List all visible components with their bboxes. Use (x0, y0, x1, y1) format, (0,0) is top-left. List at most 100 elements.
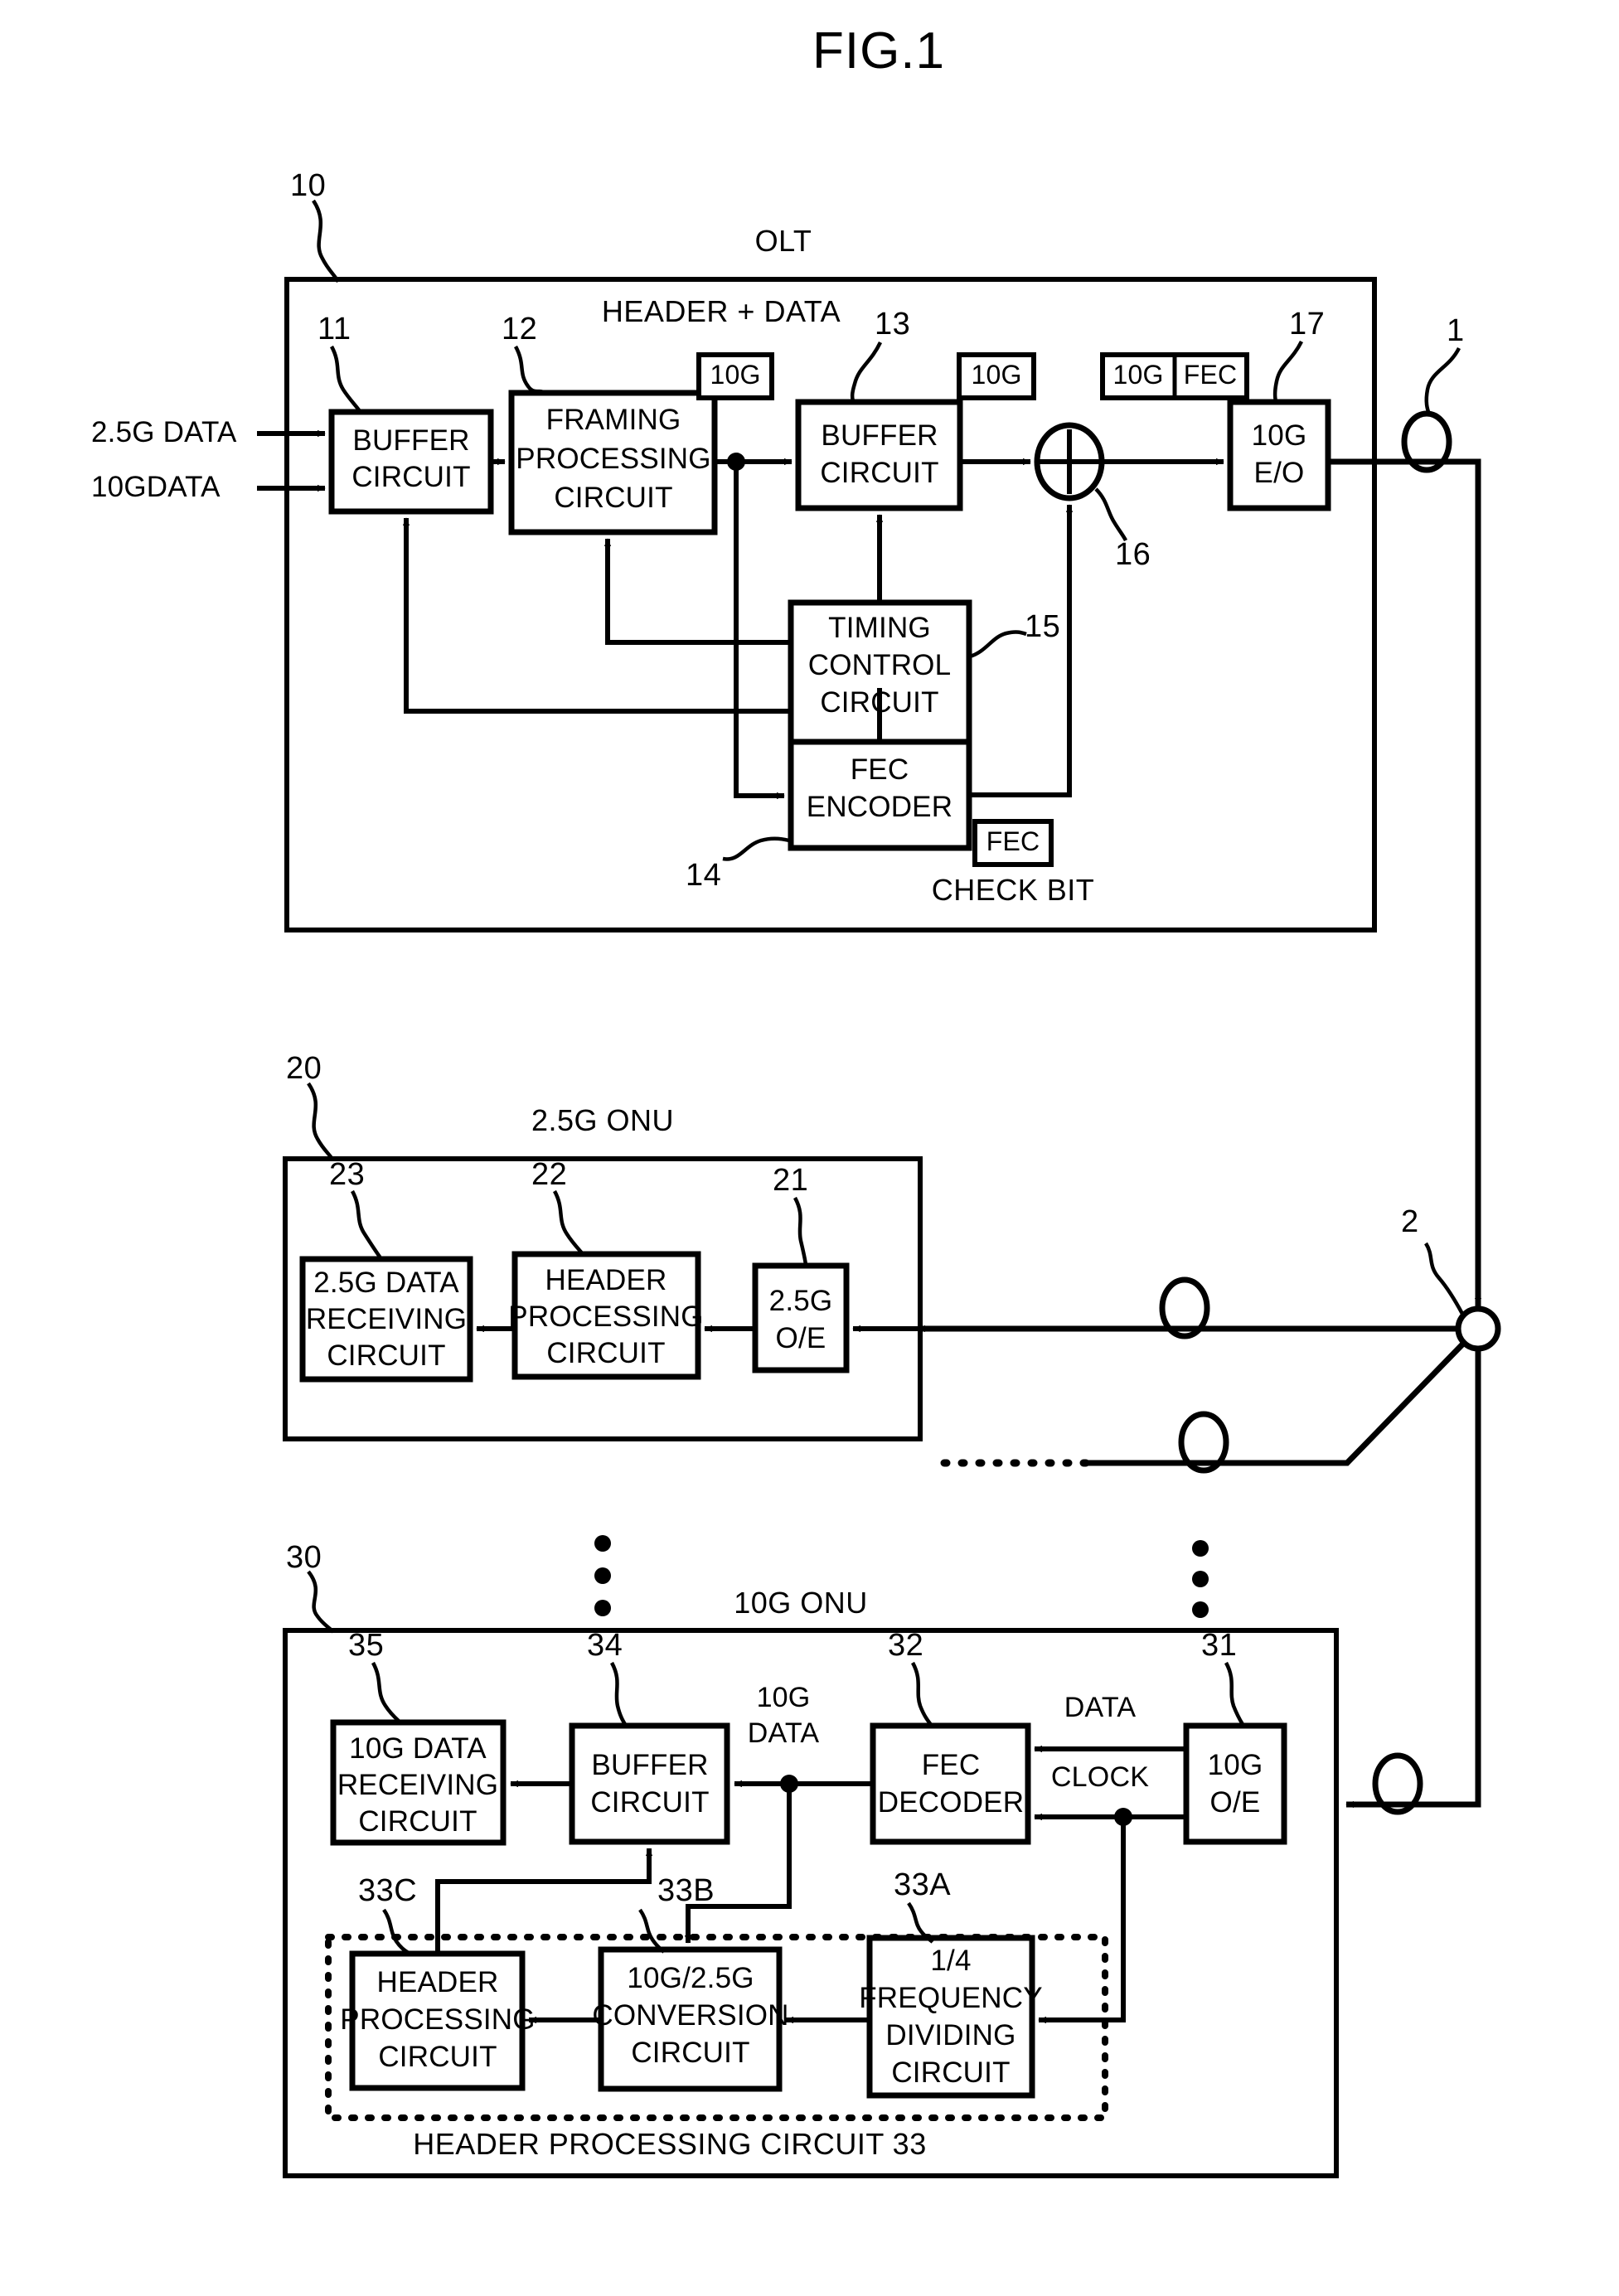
onu10g-block-31 (1183, 1722, 1287, 1845)
onu25g-block-23-line-2: RECEIVING (305, 1303, 468, 1335)
vertical-ellipsis-dot (594, 1567, 611, 1584)
wire-label-10g: 10G (756, 1682, 811, 1713)
leader-2 (1424, 1242, 1464, 1315)
onu10g-block-33B-line-2: CONVERSION (592, 1999, 789, 2032)
leader-20 (307, 1082, 335, 1162)
ref-label-31: 31 (1201, 1628, 1238, 1663)
olt-block-13-line-1: BUFFER (821, 419, 938, 452)
onu25g-block-21-line-1: 2.5G (768, 1285, 833, 1317)
onu25g-block-21 (752, 1262, 850, 1373)
input-label-10g-data: 10GDATA (91, 471, 221, 503)
onu25g-title: 2.5G ONU (531, 1103, 675, 1137)
fiber-branch-middle (1086, 1340, 1466, 1466)
leader-31 (1224, 1661, 1245, 1727)
leader-34 (609, 1661, 628, 1727)
onu10g-block-33C-line-1: HEADER (376, 1966, 499, 1998)
onu10g-block-33A-line-2: FREQUENCY (859, 1982, 1043, 2014)
onu10g-block-32 (870, 1722, 1031, 1845)
ref-label-15: 15 (1025, 609, 1061, 644)
onu10g-block-33A-line-3: DIVIDING (885, 2019, 1016, 2051)
olt-block-17 (1227, 399, 1331, 511)
frame-tag-10g-c: 10G (1112, 360, 1164, 390)
wire-15-11 (402, 517, 791, 714)
onu25g-block-22-line-1: HEADER (545, 1264, 667, 1296)
check-bit-label: CHECK BIT (931, 873, 1095, 907)
onu25g-block-23-line-1: 2.5G DATA (313, 1267, 459, 1299)
frame-tag-10g-a: 10G (710, 360, 761, 390)
ref-label-12: 12 (502, 312, 538, 346)
vertical-ellipsis-dot (1192, 1601, 1209, 1618)
onu10g-block-33C-line-3: CIRCUIT (378, 2041, 497, 2073)
onu25g-block-21-line-2: O/E (775, 1322, 826, 1354)
vertical-ellipsis-dot (1192, 1540, 1209, 1557)
leader-1 (1424, 346, 1461, 415)
frame-tag-fec-d: FEC (986, 826, 1040, 856)
olt-block-11-line-2: CIRCUIT (351, 461, 471, 493)
ref-label-34: 34 (587, 1628, 623, 1663)
ref-label-30: 30 (286, 1540, 322, 1575)
onu10g-block-33A-line-1: 1/4 (930, 1945, 972, 1977)
olt-block-15-line-2: CONTROL (807, 649, 952, 681)
onu10g-block-35-line-3: CIRCUIT (358, 1805, 477, 1838)
leader-15 (969, 630, 1027, 659)
olt-block-12-line-3: CIRCUIT (554, 482, 673, 514)
wire-label-data-right: DATA (1064, 1692, 1137, 1723)
wire-label-data-left: DATA (747, 1717, 820, 1749)
ref-label-20: 20 (286, 1051, 322, 1086)
figure-title: FIG.1 (812, 22, 946, 80)
ref-label-32: 32 (888, 1628, 924, 1663)
olt-block-17-line-2: E/O (1253, 457, 1305, 489)
olt-block-14-line-2: ENCODER (806, 791, 953, 823)
onu10g-block-32-line-2: DECODER (877, 1786, 1025, 1819)
olt-block-15-line-3: CIRCUIT (820, 686, 939, 719)
ref-label-14: 14 (686, 858, 722, 893)
wire-15-12 (603, 538, 791, 645)
leader-13 (850, 341, 883, 402)
leader-32 (910, 1661, 933, 1727)
ref-label-2: 2 (1401, 1204, 1419, 1239)
ref-label-35: 35 (348, 1628, 385, 1663)
onu10g-block-34-line-2: CIRCUIT (590, 1786, 710, 1819)
onu10g-block-32-line-1: FEC (921, 1749, 981, 1781)
patent-figure-page: FIG.1 10 OLT HEADER + DATA 11 12 13 14 1… (0, 0, 1619, 2296)
ref-label-13: 13 (875, 307, 911, 341)
ref-label-16: 16 (1115, 537, 1151, 572)
leader-10 (312, 199, 341, 283)
leader-33B (638, 1908, 666, 1954)
ref-label-1: 1 (1447, 313, 1465, 348)
ref-label-21: 21 (773, 1163, 809, 1198)
olt-block-13-line-2: CIRCUIT (820, 457, 939, 489)
leader-35 (371, 1661, 404, 1726)
onu10g-block-34-line-1: BUFFER (591, 1749, 709, 1781)
onu10g-block-31-line-1: 10G (1207, 1749, 1263, 1781)
leader-33C (382, 1908, 411, 1955)
leader-14 (722, 836, 790, 861)
leader-30 (307, 1570, 335, 1634)
olt-block-12-line-2: PROCESSING (516, 443, 711, 475)
onu10g-block-34 (569, 1722, 730, 1845)
ref-label-11: 11 (317, 312, 351, 346)
frame-tag-10g-b: 10G (971, 360, 1022, 390)
diagram-vector-layer (257, 199, 1501, 2178)
olt-block-11-line-1: BUFFER (352, 424, 470, 457)
input-label-25g-data: 2.5G DATA (91, 416, 237, 448)
fiber-branch-10g (1345, 1349, 1481, 1809)
onu10g-block-35-line-2: RECEIVING (337, 1769, 499, 1801)
olt-block-17-line-1: 10G (1251, 419, 1307, 452)
onu10g-title: 10G ONU (734, 1586, 868, 1620)
header-processing-group-caption: HEADER PROCESSING CIRCUIT 33 (413, 2127, 927, 2161)
onu10g-block-33A-line-4: CIRCUIT (891, 2056, 1011, 2089)
olt-flow-label: HEADER + DATA (601, 294, 841, 328)
ref-label-33A: 33A (894, 1867, 952, 1902)
leader-16 (1094, 487, 1128, 542)
olt-block-14-line-1: FEC (850, 753, 909, 786)
wire-junction-to-fec (734, 462, 785, 800)
leader-17 (1272, 340, 1304, 402)
vertical-ellipsis-dot (1192, 1571, 1209, 1587)
olt-block-13 (795, 399, 963, 511)
leader-21 (793, 1196, 808, 1266)
onu10g-block-35-line-1: 10G DATA (349, 1732, 487, 1765)
wire-label-clock: CLOCK (1050, 1761, 1150, 1793)
frame-tag-fec-c: FEC (1183, 360, 1238, 390)
olt-block-15-line-1: TIMING (828, 612, 931, 644)
